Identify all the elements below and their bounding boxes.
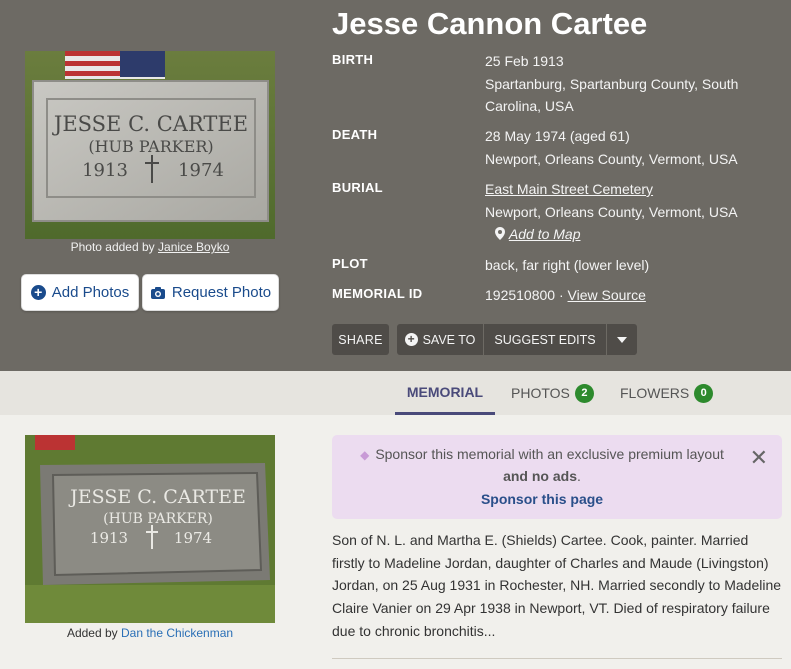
gem-icon: ◆ <box>360 448 370 462</box>
svg-text:1913: 1913 <box>90 529 128 547</box>
main-photo-author-link[interactable]: Dan the Chickenman <box>121 626 233 640</box>
cemetery-link[interactable]: East Main Street Cemetery <box>485 181 653 197</box>
sponsor-text-line1: ◆ Sponsor this memorial with an exclusive… <box>332 446 752 462</box>
death-label: DEATH <box>332 127 378 142</box>
add-photos-button[interactable]: + Add Photos <box>21 274 139 311</box>
memorial-id-label: MEMORIAL ID <box>332 286 423 301</box>
request-photo-button[interactable]: Request Photo <box>142 274 279 311</box>
share-button[interactable]: SHARE <box>332 324 389 355</box>
svg-text:(HUB PARKER): (HUB PARKER) <box>88 137 213 156</box>
plot-label: PLOT <box>332 256 368 271</box>
death-value: 28 May 1974 (aged 61) Newport, Orleans C… <box>485 127 765 170</box>
burial-value: East Main Street Cemetery Newport, Orlea… <box>485 180 765 246</box>
more-actions-dropdown[interactable] <box>607 324 637 355</box>
photos-count-badge: 2 <box>574 383 594 403</box>
tab-bar: MEMORIAL PHOTOS 2 FLOWERS 0 <box>0 371 791 415</box>
memorial-id: 192510800 · <box>485 287 564 303</box>
add-to-map-link[interactable]: Add to Map <box>509 226 581 242</box>
main-caption-prefix: Added by <box>66 626 118 640</box>
flowers-count-badge: 0 <box>694 383 714 403</box>
map-pin-icon <box>495 227 505 240</box>
close-icon[interactable]: ✕ <box>750 445 768 471</box>
memorial-id-value: 192510800 · View Source <box>485 284 765 307</box>
tab-photos-label: PHOTOS <box>511 385 570 401</box>
photo-caption: Photo added by Janice Boyko <box>25 240 275 254</box>
view-source-link[interactable]: View Source <box>568 287 646 303</box>
save-to-button[interactable]: + SAVE TO <box>397 324 484 355</box>
birth-value: 25 Feb 1913 Spartanburg, Spartanburg Cou… <box>485 52 765 118</box>
add-to-map-row: Add to Map <box>485 223 765 246</box>
add-photos-label: Add Photos <box>51 284 130 301</box>
plot-value: back, far right (lower level) <box>485 257 650 273</box>
headstone-image: JESSE C. CARTEE (HUB PARKER) 1913 1974 <box>25 435 275 623</box>
camera-icon <box>150 286 165 299</box>
plus-circle-icon: + <box>30 285 46 300</box>
tab-flowers-label: FLOWERS <box>620 385 690 401</box>
svg-text:(HUB PARKER): (HUB PARKER) <box>103 511 213 527</box>
suggest-edits-button[interactable]: SUGGEST EDITS <box>484 324 607 355</box>
burial-place: Newport, Orleans County, Vermont, USA <box>485 203 738 220</box>
memorial-header: JESSE C. CARTEE (HUB PARKER) 1913 1974 P… <box>0 0 791 371</box>
svg-text:1974: 1974 <box>178 160 224 181</box>
main-headstone-photo[interactable]: JESSE C. CARTEE (HUB PARKER) 1913 1974 <box>25 435 275 623</box>
headstone-photo[interactable]: JESSE C. CARTEE (HUB PARKER) 1913 1974 <box>25 51 275 239</box>
svg-text:JESSE C. CARTEE: JESSE C. CARTEE <box>52 112 248 136</box>
photo-author-link[interactable]: Janice Boyko <box>158 240 229 254</box>
sponsor-text-line2: and no ads. <box>332 468 752 484</box>
sponsor-line2-end: . <box>577 468 581 484</box>
tab-memorial-label: MEMORIAL <box>406 383 484 400</box>
death-date: 28 May 1974 (aged 61) <box>485 128 630 144</box>
plus-circle-icon: + <box>404 333 418 346</box>
tab-flowers[interactable]: FLOWERS 0 <box>620 371 714 415</box>
sponsor-line2-bold: and no ads <box>503 468 577 484</box>
biography-text: Son of N. L. and Martha E. (Shields) Car… <box>332 532 782 639</box>
main-photo-caption: Added by Dan the Chickenman <box>25 626 275 640</box>
svg-text:1974: 1974 <box>174 529 212 547</box>
death-place: Newport, Orleans County, Vermont, USA <box>485 150 738 167</box>
birth-date: 25 Feb 1913 <box>485 53 564 69</box>
svg-text:1913: 1913 <box>82 160 128 181</box>
tab-photos[interactable]: PHOTOS 2 <box>511 371 594 415</box>
svg-text:JESSE C. CARTEE: JESSE C. CARTEE <box>68 486 246 508</box>
headstone-image: JESSE C. CARTEE (HUB PARKER) 1913 1974 <box>25 51 275 239</box>
birth-label: BIRTH <box>332 52 374 67</box>
photo-caption-prefix: Photo added by <box>70 240 155 254</box>
save-to-label: SAVE TO <box>422 332 476 347</box>
page-title: Jesse Cannon Cartee <box>332 6 648 41</box>
request-photo-label: Request Photo <box>171 284 272 301</box>
caret-down-icon <box>617 336 627 343</box>
sponsor-banner: ◆ Sponsor this memorial with an exclusive… <box>332 435 782 519</box>
divider <box>332 658 782 659</box>
tab-memorial[interactable]: MEMORIAL <box>395 371 495 415</box>
memorial-actions-group: + SAVE TO SUGGEST EDITS <box>397 324 637 355</box>
birth-place: Spartanburg, Spartanburg County, South C… <box>485 75 739 115</box>
sponsor-line1: Sponsor this memorial with an exclusive … <box>375 446 724 462</box>
burial-label: BURIAL <box>332 180 383 195</box>
sponsor-page-link[interactable]: Sponsor this page <box>332 491 752 507</box>
